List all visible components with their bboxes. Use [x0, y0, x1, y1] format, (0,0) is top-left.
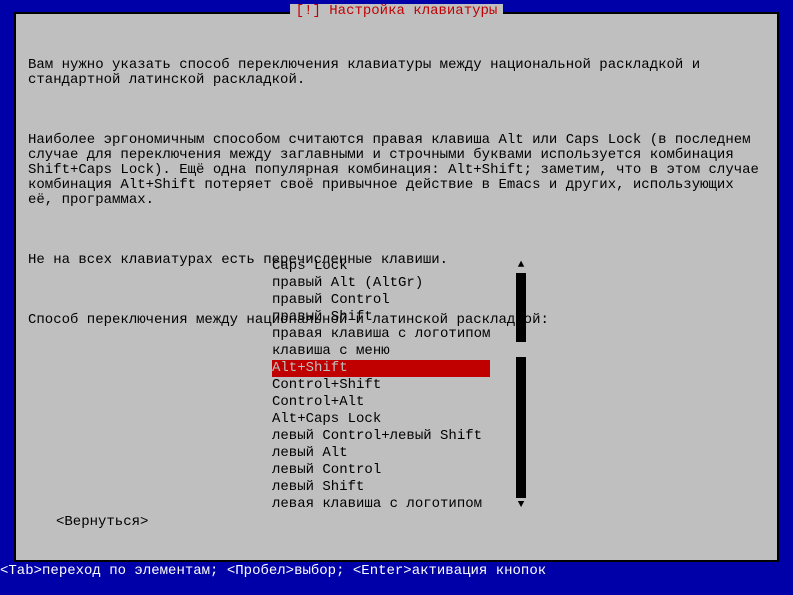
- scrollbar[interactable]: ▲ ▼: [516, 258, 526, 513]
- enter-hint-text: активация кнопок: [412, 563, 546, 579]
- paragraph-2: Наиболее эргономичным способом считаются…: [28, 133, 765, 208]
- list-item[interactable]: Alt+Shift: [272, 360, 490, 377]
- scroll-up-icon[interactable]: ▲: [516, 258, 526, 273]
- list-item[interactable]: левый Alt: [272, 445, 532, 462]
- list-item[interactable]: левый Control: [272, 462, 532, 479]
- tab-key-hint: <Tab>: [0, 563, 42, 579]
- list-item[interactable]: Caps Lock: [272, 258, 532, 275]
- list-item[interactable]: левый Shift: [272, 479, 532, 496]
- space-hint-text: выбор;: [294, 563, 353, 579]
- paragraph-1: Вам нужно указать способ переключения кл…: [28, 58, 765, 88]
- space-key-hint: <Пробел>: [227, 563, 294, 579]
- back-button[interactable]: <Вернуться>: [56, 515, 148, 530]
- enter-key-hint: <Enter>: [353, 563, 412, 579]
- title-bar: [!] Настройка клавиатуры: [16, 4, 777, 19]
- list-item[interactable]: левая клавиша с логотипом: [272, 496, 532, 513]
- scroll-thumb[interactable]: [516, 342, 526, 357]
- list-item[interactable]: Control+Alt: [272, 394, 532, 411]
- list-item[interactable]: Control+Shift: [272, 377, 532, 394]
- list-item[interactable]: клавиша с меню: [272, 343, 532, 360]
- dialog-title: [!] Настройка клавиатуры: [290, 4, 504, 19]
- list-item[interactable]: левый Control+левый Shift: [272, 428, 532, 445]
- options-list[interactable]: Caps Lockправый Alt (AltGr)правый Contro…: [272, 258, 532, 513]
- list-item[interactable]: Alt+Caps Lock: [272, 411, 532, 428]
- list-item[interactable]: правый Shift: [272, 309, 532, 326]
- tab-hint-text: переход по элементам;: [42, 563, 227, 579]
- list-item[interactable]: правый Alt (AltGr): [272, 275, 532, 292]
- list-item[interactable]: правый Control: [272, 292, 532, 309]
- footer-hints: <Tab>переход по элементам; <Пробел>выбор…: [0, 564, 546, 579]
- list-item[interactable]: правая клавиша с логотипом: [272, 326, 532, 343]
- scroll-track[interactable]: [516, 273, 526, 498]
- scroll-down-icon[interactable]: ▼: [516, 498, 526, 513]
- dialog-box: [!] Настройка клавиатуры Вам нужно указа…: [14, 12, 779, 562]
